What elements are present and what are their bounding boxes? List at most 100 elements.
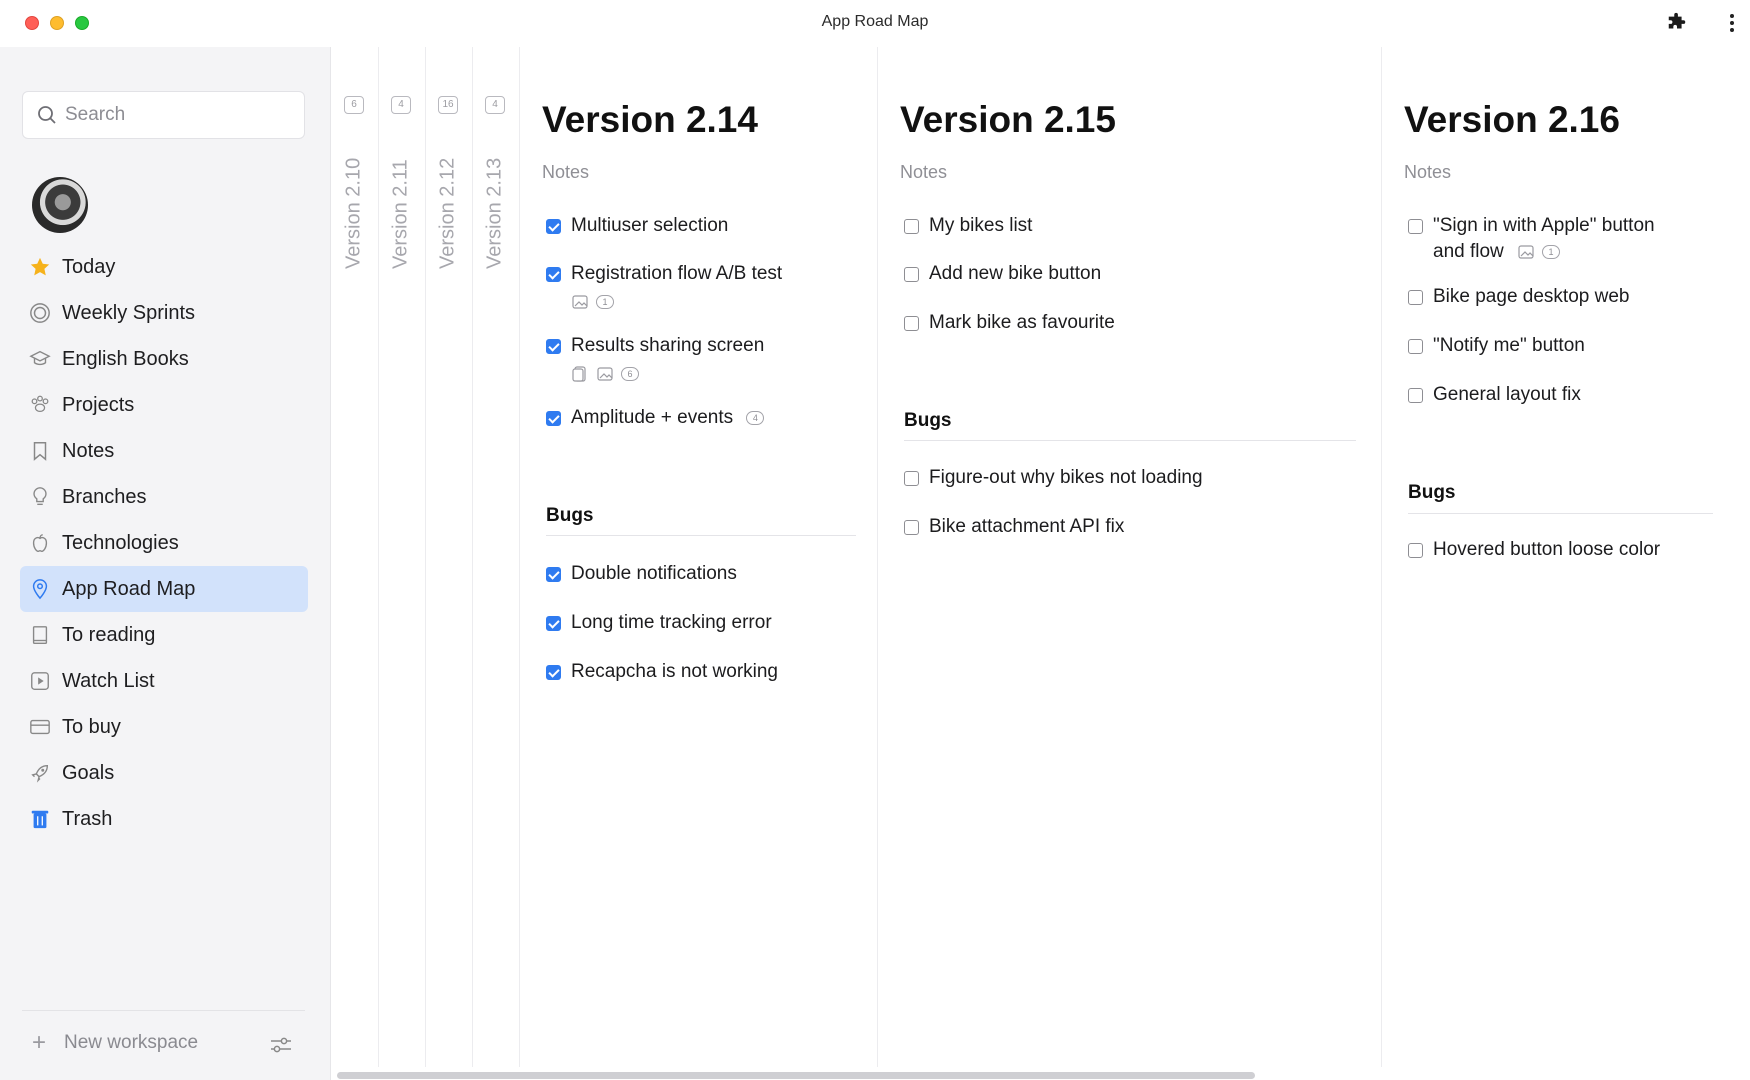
- collapsed-column[interactable]: 4 Version 2.13: [473, 47, 520, 1067]
- column-count-badge: 4: [485, 96, 505, 114]
- target-icon: [30, 303, 50, 323]
- task-item[interactable]: Mark bike as favourite: [904, 310, 1115, 336]
- task-item[interactable]: "Notify me" button: [1408, 333, 1585, 359]
- sidebar-item-projects[interactable]: Projects: [20, 382, 308, 428]
- section-title[interactable]: Bugs: [546, 505, 594, 527]
- task-item[interactable]: Recapcha is not working: [546, 659, 778, 685]
- task-item[interactable]: My bikes list: [904, 213, 1032, 239]
- column-notes[interactable]: Notes: [1404, 162, 1451, 183]
- play-icon: [31, 672, 49, 690]
- collapsed-column[interactable]: 4 Version 2.11: [379, 47, 426, 1067]
- task-item[interactable]: Registration flow A/B test 1: [546, 261, 782, 313]
- sidebar-item-app-road-map[interactable]: App Road Map: [20, 566, 308, 612]
- task-item[interactable]: General layout fix: [1408, 382, 1581, 408]
- task-checkbox[interactable]: [1408, 219, 1423, 234]
- task-item[interactable]: Add new bike button: [904, 261, 1101, 287]
- sidebar-item-notes[interactable]: Notes: [20, 428, 308, 474]
- sidebar-item-label: Technologies: [62, 531, 179, 554]
- collapsed-column-label: Version 2.12: [436, 157, 459, 269]
- sidebar-item-technologies[interactable]: Technologies: [20, 520, 308, 566]
- sidebar-item-goals[interactable]: Goals: [20, 750, 308, 796]
- task-checkbox[interactable]: [546, 411, 561, 426]
- task-title: General layout fix: [1433, 384, 1581, 405]
- sidebar-item-label: Watch List: [62, 669, 155, 692]
- column-count-badge: 4: [391, 96, 411, 114]
- sidebar-item-watch-list[interactable]: Watch List: [20, 658, 308, 704]
- task-checkbox[interactable]: [904, 520, 919, 535]
- task-checkbox[interactable]: [1408, 339, 1423, 354]
- sidebar-item-label: To buy: [62, 715, 121, 738]
- task-checkbox[interactable]: [546, 665, 561, 680]
- app-window: App Road Map Today Weekly Sprints: [0, 0, 1750, 1080]
- apple-icon: [32, 534, 48, 552]
- more-options-icon[interactable]: [1728, 12, 1736, 34]
- sidebar-item-branches[interactable]: Branches: [20, 474, 308, 520]
- task-title: "Notify me" button: [1433, 335, 1585, 356]
- task-item[interactable]: Amplitude + events 4: [546, 405, 765, 431]
- task-checkbox[interactable]: [1408, 543, 1423, 558]
- star-icon: [30, 257, 50, 276]
- trash-icon: [31, 810, 49, 829]
- column-title[interactable]: Version 2.16: [1404, 99, 1620, 141]
- task-title: "Sign in with Apple" button: [1433, 215, 1655, 236]
- task-item[interactable]: Hovered button loose color: [1408, 537, 1660, 563]
- section-title[interactable]: Bugs: [1408, 482, 1456, 504]
- board: 6 Version 2.10 4 Version 2.11 16 Version…: [332, 47, 1750, 1080]
- window-title: App Road Map: [821, 13, 929, 30]
- task-item[interactable]: Multiuser selection: [546, 213, 728, 239]
- task-title: Multiuser selection: [571, 215, 729, 236]
- search-icon: [38, 106, 56, 124]
- task-title: Amplitude + events: [571, 407, 734, 428]
- column-version-2-15: Version 2.15 Notes My bikes list Add new…: [878, 47, 1382, 1067]
- task-item[interactable]: Figure-out why bikes not loading: [904, 465, 1203, 491]
- collapsed-column-label: Version 2.13: [483, 157, 506, 269]
- settings-sliders-icon[interactable]: [269, 1034, 293, 1056]
- rocket-icon: [31, 764, 49, 783]
- sidebar-item-trash[interactable]: Trash: [20, 796, 308, 842]
- column-notes[interactable]: Notes: [900, 162, 947, 183]
- task-item[interactable]: Double notifications: [546, 561, 737, 587]
- task-checkbox[interactable]: [546, 267, 561, 282]
- sidebar-nav: Today Weekly Sprints English Books Proje…: [20, 244, 308, 842]
- sidebar-item-label: Weekly Sprints: [62, 301, 196, 324]
- sidebar-item-label: Goals: [62, 761, 115, 784]
- task-item[interactable]: Results sharing screen 6: [546, 333, 764, 385]
- sidebar-item-to-buy[interactable]: To buy: [20, 704, 308, 750]
- search-box[interactable]: [22, 91, 305, 139]
- column-notes[interactable]: Notes: [542, 162, 589, 183]
- task-checkbox[interactable]: [546, 219, 561, 234]
- task-checkbox[interactable]: [904, 267, 919, 282]
- collapsed-column[interactable]: 6 Version 2.10: [332, 47, 379, 1067]
- sidebar-item-label: Projects: [62, 393, 135, 416]
- sidebar: Today Weekly Sprints English Books Proje…: [0, 47, 331, 1080]
- puzzle-extension-icon[interactable]: [1666, 12, 1688, 34]
- new-workspace-button[interactable]: + New workspace: [32, 1029, 198, 1056]
- task-checkbox[interactable]: [1408, 388, 1423, 403]
- sidebar-item-label: To reading: [62, 623, 156, 646]
- task-checkbox[interactable]: [546, 616, 561, 631]
- task-item[interactable]: "Sign in with Apple" button and flow 1: [1408, 213, 1655, 265]
- plus-icon: +: [32, 1029, 47, 1056]
- task-item[interactable]: Long time tracking error: [546, 610, 772, 636]
- avatar[interactable]: [32, 177, 88, 233]
- column-title[interactable]: Version 2.15: [900, 99, 1116, 141]
- sidebar-item-english-books[interactable]: English Books: [20, 336, 308, 382]
- column-title[interactable]: Version 2.14: [542, 99, 758, 141]
- collapsed-column[interactable]: 16 Version 2.12: [426, 47, 473, 1067]
- task-checkbox[interactable]: [546, 567, 561, 582]
- task-checkbox[interactable]: [904, 471, 919, 486]
- task-checkbox[interactable]: [1408, 290, 1423, 305]
- task-checkbox[interactable]: [546, 339, 561, 354]
- sidebar-item-weekly-sprints[interactable]: Weekly Sprints: [20, 290, 308, 336]
- task-checkbox[interactable]: [904, 316, 919, 331]
- sidebar-item-label: Today: [62, 255, 116, 278]
- lightbulb-icon: [33, 487, 47, 506]
- sidebar-item-to-reading[interactable]: To reading: [20, 612, 308, 658]
- search-input[interactable]: [65, 92, 295, 138]
- task-checkbox[interactable]: [904, 219, 919, 234]
- horizontal-scrollbar[interactable]: [337, 1072, 1255, 1079]
- section-title[interactable]: Bugs: [904, 410, 952, 432]
- task-item[interactable]: Bike attachment API fix: [904, 514, 1124, 540]
- sidebar-item-today[interactable]: Today: [20, 244, 308, 290]
- task-item[interactable]: Bike page desktop web: [1408, 284, 1629, 310]
